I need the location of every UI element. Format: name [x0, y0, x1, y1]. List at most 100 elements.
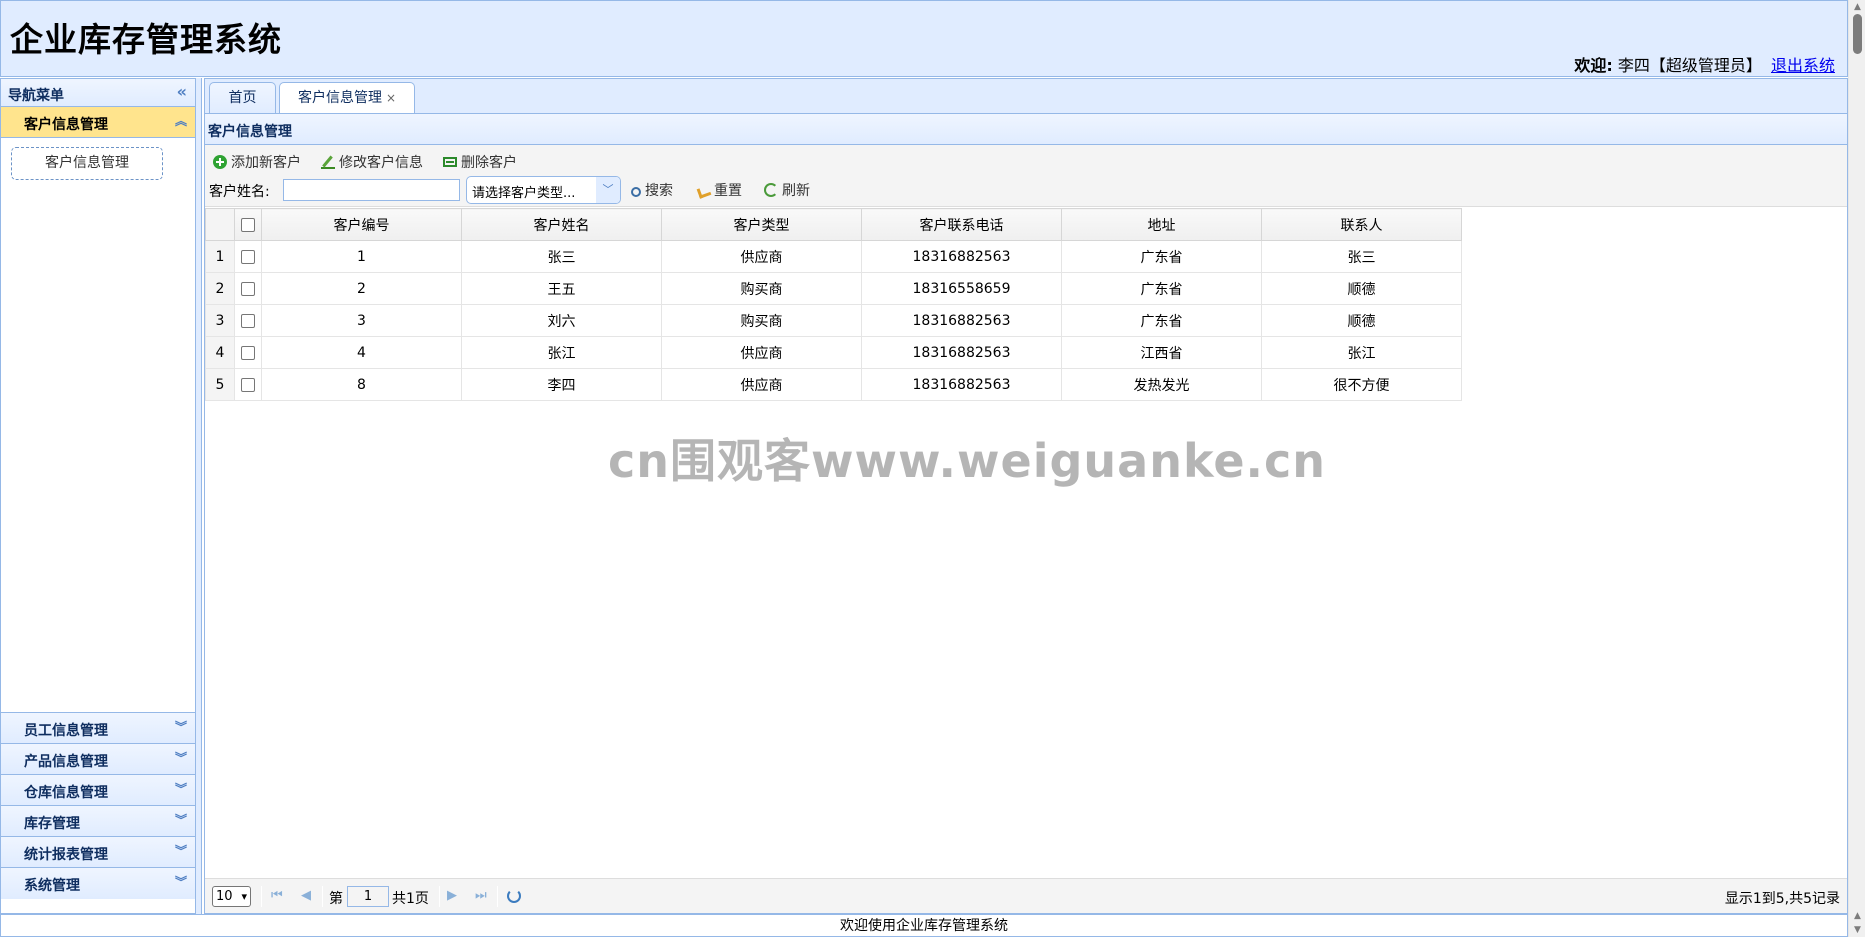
reload-icon[interactable]	[507, 889, 521, 903]
page-number-input[interactable]: 1	[347, 886, 389, 907]
chevron-down-icon[interactable]: ︾	[175, 780, 187, 797]
table-cell: 2	[261, 272, 462, 305]
prev-page-icon[interactable]: ◀	[301, 888, 311, 903]
user-info: 欢迎: 李四【超级管理员】 退出系统	[1574, 52, 1835, 76]
search-button[interactable]: 搜索	[631, 180, 673, 200]
last-page-icon[interactable]: ⏭	[475, 888, 487, 903]
table-row[interactable]: 3 3 刘六 购买商 18316882563 广东省 顺德	[205, 304, 1462, 337]
chevron-down-icon[interactable]: ﹀	[596, 177, 620, 203]
table-cell: 18316882563	[861, 368, 1062, 401]
app-title: 企业库存管理系统	[10, 20, 282, 59]
row-checkbox[interactable]	[241, 313, 255, 328]
nav-section-product[interactable]: 产品信息管理 ︾	[1, 744, 195, 775]
select-all-checkbox[interactable]	[241, 217, 255, 232]
table-row[interactable]: 5 8 李四 供应商 18316882563 发热发光 很不方便	[205, 368, 1462, 401]
table-row[interactable]: 1 1 张三 供应商 18316882563 广东省 张三	[205, 240, 1462, 273]
table-row[interactable]: 4 4 张江 供应商 18316882563 江西省 张江	[205, 336, 1462, 369]
nav-section-customer[interactable]: 客户信息管理 ︽	[1, 107, 195, 138]
current-user: 李四【超级管理员】	[1617, 56, 1762, 75]
table-cell: 4	[261, 336, 462, 369]
footer: 欢迎使用企业库存管理系统	[0, 914, 1848, 937]
add-customer-button[interactable]: 添加新客户	[213, 152, 301, 172]
table-cell: 张江	[1261, 336, 1462, 369]
collapse-left-icon[interactable]: «	[177, 82, 187, 101]
header: 企业库存管理系统 欢迎: 李四【超级管理员】 退出系统	[0, 0, 1848, 77]
table-cell: 张江	[461, 336, 662, 369]
table-cell: 18316882563	[861, 304, 1062, 337]
column-header[interactable]: 客户联系电话	[861, 208, 1062, 241]
row-select-cell	[234, 240, 262, 273]
table-cell: 很不方便	[1261, 368, 1462, 401]
column-header[interactable]: 客户姓名	[461, 208, 662, 241]
nav-section-reports[interactable]: 统计报表管理 ︾	[1, 837, 195, 868]
layout-splitter[interactable]	[196, 78, 202, 914]
row-number: 5	[205, 368, 235, 401]
table-cell: 8	[261, 368, 462, 401]
grid-toolbar: 添加新客户 修改客户信息 删除客户 客户姓名: 请选择客户类型... ﹀ 搜索 …	[205, 145, 1847, 207]
chevron-down-icon[interactable]: ︾	[175, 811, 187, 828]
row-select-cell	[234, 336, 262, 369]
tab-home[interactable]: 首页	[209, 82, 276, 114]
column-header[interactable]: 联系人	[1261, 208, 1462, 241]
scroll-up-icon[interactable]: ▲	[1849, 909, 1865, 923]
table-cell: 供应商	[661, 336, 862, 369]
row-checkbox[interactable]	[241, 377, 255, 392]
page-info: 显示1到5,共5记录	[1724, 891, 1840, 907]
edit-customer-button[interactable]: 修改客户信息	[321, 152, 423, 172]
table-cell: 张三	[461, 240, 662, 273]
next-page-icon[interactable]: ▶	[447, 888, 457, 903]
table-cell: 供应商	[661, 240, 862, 273]
nav-section-warehouse[interactable]: 仓库信息管理 ︾	[1, 775, 195, 806]
row-number: 1	[205, 240, 235, 273]
panel-title: 客户信息管理	[205, 114, 1847, 145]
search-icon	[631, 187, 641, 197]
table-cell: 1	[261, 240, 462, 273]
nav-section-inventory[interactable]: 库存管理 ︾	[1, 806, 195, 837]
customer-type-select[interactable]: 请选择客户类型... ﹀	[466, 176, 621, 204]
table-cell: 供应商	[661, 368, 862, 401]
table-cell: 18316882563	[861, 336, 1062, 369]
tab-bar: 首页 客户信息管理 ×	[204, 78, 1848, 114]
chevron-down-icon[interactable]: ︾	[175, 873, 187, 890]
reset-button[interactable]: 重置	[696, 180, 742, 200]
column-header[interactable]: 客户编号	[261, 208, 462, 241]
row-select-cell	[234, 304, 262, 337]
first-page-icon[interactable]: ⏮	[271, 888, 283, 903]
nav-section-employee[interactable]: 员工信息管理 ︾	[1, 713, 195, 744]
customer-table: 客户编号 客户姓名 客户类型 客户联系电话 地址 联系人 1 1 张三 供应商 …	[205, 208, 1462, 401]
chevron-down-icon[interactable]: ︾	[175, 718, 187, 735]
edit-icon	[321, 155, 335, 169]
row-checkbox[interactable]	[241, 345, 255, 360]
column-header[interactable]: 客户类型	[661, 208, 862, 241]
chevron-up-icon[interactable]: ︽	[175, 112, 187, 129]
row-select-cell	[234, 368, 262, 401]
table-cell: 18316558659	[861, 272, 1062, 305]
row-checkbox[interactable]	[241, 281, 255, 296]
delete-customer-button[interactable]: 删除客户	[443, 152, 517, 172]
refresh-button[interactable]: 刷新	[764, 180, 810, 200]
column-header[interactable]: 地址	[1061, 208, 1262, 241]
row-checkbox[interactable]	[241, 249, 255, 264]
customer-name-input[interactable]	[283, 179, 460, 201]
table-cell: 18316882563	[861, 240, 1062, 273]
row-select-cell	[234, 272, 262, 305]
nav-link-customer-info[interactable]: 客户信息管理	[11, 147, 163, 180]
close-icon[interactable]: ×	[386, 91, 396, 105]
scroll-down-icon[interactable]: ▼	[1849, 923, 1865, 937]
table-cell: 王五	[461, 272, 662, 305]
table-cell: 刘六	[461, 304, 662, 337]
page-size-select[interactable]: 10	[212, 886, 251, 907]
chevron-down-icon[interactable]: ︾	[175, 749, 187, 766]
tab-customer-info[interactable]: 客户信息管理 ×	[279, 82, 415, 114]
table-row[interactable]: 2 2 王五 购买商 18316558659 广东省 顺德	[205, 272, 1462, 305]
logout-link[interactable]: 退出系统	[1771, 56, 1835, 75]
chevron-down-icon[interactable]: ︾	[175, 842, 187, 859]
scroll-up-icon[interactable]: ▲	[1849, 0, 1865, 14]
nav-section-system[interactable]: 系统管理 ︾	[1, 868, 195, 899]
welcome-label: 欢迎:	[1574, 56, 1613, 75]
nav-panel: 导航菜单 « 客户信息管理 ︽ 客户信息管理 员工信息管理 ︾ 产品信息管理 ︾…	[0, 78, 196, 914]
nav-section-body: 客户信息管理	[1, 138, 195, 713]
table-cell: 发热发光	[1061, 368, 1262, 401]
page-scrollbar[interactable]: ▲ ▼ ▲ ▼	[1848, 0, 1865, 937]
scroll-down-icon[interactable]: ▼	[1849, 42, 1865, 56]
